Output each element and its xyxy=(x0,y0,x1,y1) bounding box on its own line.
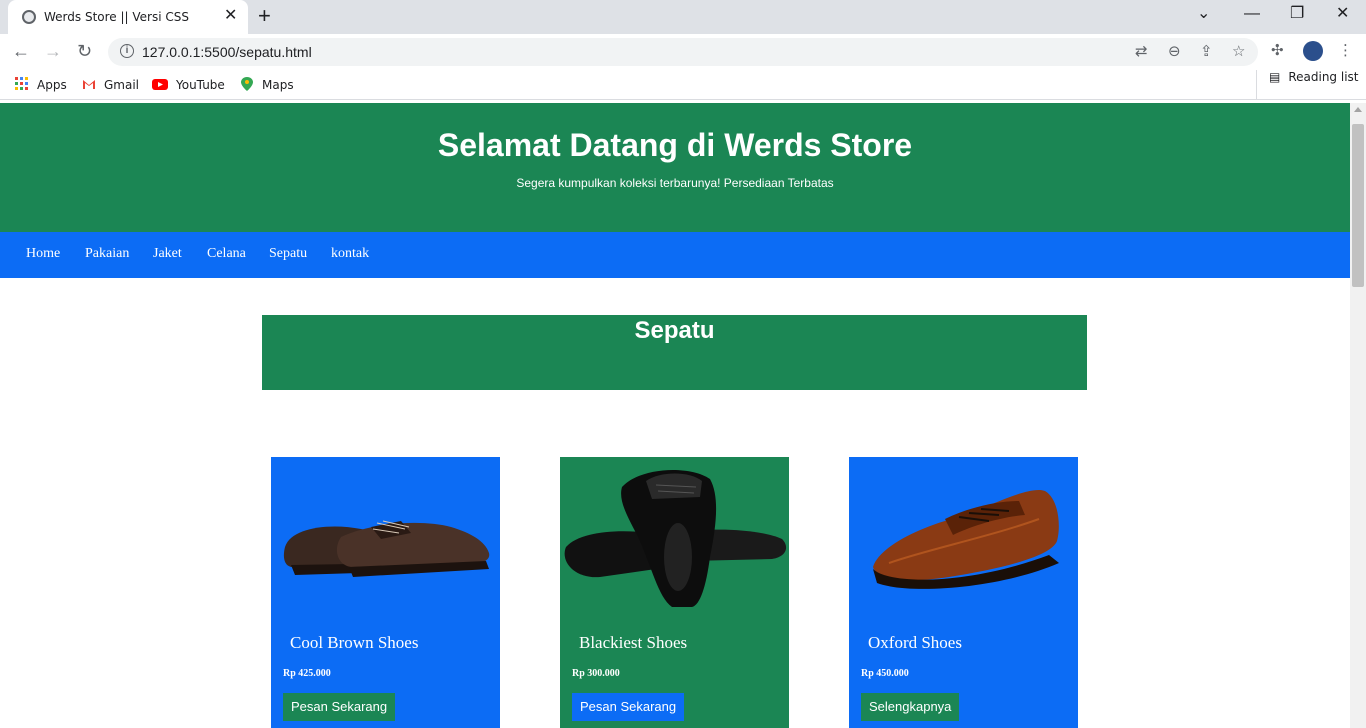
product-price: Rp 425.000 xyxy=(283,668,331,679)
black-shoe-image xyxy=(564,469,787,607)
scroll-up-icon[interactable] xyxy=(1354,107,1362,112)
reading-list-label: Reading list xyxy=(1288,70,1359,84)
zoom-icon[interactable]: ⊖ xyxy=(1168,43,1181,61)
section-title: Sepatu xyxy=(634,317,715,344)
product-card: Cool Brown Shoes Rp 425.000 Pesan Sekara… xyxy=(271,457,500,728)
tab-strip: Werds Store || Versi CSS ✕ + ⌄ — ❐ ✕ xyxy=(0,0,1366,34)
nav-celana[interactable]: Celana xyxy=(207,246,246,262)
gmail-icon xyxy=(83,80,95,89)
site-subtitle: Segera kumpulkan koleksi terbarunya! Per… xyxy=(516,176,834,190)
nav-sepatu[interactable]: Sepatu xyxy=(269,246,307,262)
youtube-icon xyxy=(152,79,168,90)
page-scrollbar[interactable] xyxy=(1350,103,1366,728)
back-icon[interactable]: ← xyxy=(12,40,30,62)
translate-icon[interactable]: ⇄ xyxy=(1135,43,1148,61)
reading-list-button[interactable]: ▤ Reading list xyxy=(1256,70,1359,100)
bookmark-label: Apps xyxy=(37,78,67,92)
web-page: Selamat Datang di Werds Store Segera kum… xyxy=(0,103,1350,728)
site-title: Selamat Datang di Werds Store xyxy=(437,127,913,163)
oxford-shoe-image xyxy=(873,489,1059,589)
maps-pin-icon xyxy=(241,77,253,91)
site-header: Selamat Datang di Werds Store Segera kum… xyxy=(0,103,1350,232)
apps-grid-icon xyxy=(15,77,28,90)
product-name: Oxford Shoes xyxy=(868,633,962,652)
browser-toolbar: ← → ↻ i 127.0.0.1:5500/sepatu.html ⇄ ⊖ ⇪… xyxy=(0,34,1366,70)
bookmark-star-icon[interactable]: ☆ xyxy=(1232,43,1245,61)
product-name: Cool Brown Shoes xyxy=(290,633,419,652)
product-name: Blackiest Shoes xyxy=(579,633,688,652)
product-price: Rp 450.000 xyxy=(861,668,909,679)
browser-tab[interactable]: Werds Store || Versi CSS ✕ xyxy=(8,0,248,34)
brown-shoe-image xyxy=(283,520,490,577)
details-button[interactable]: Selengkapnya xyxy=(861,693,960,721)
info-icon[interactable]: i xyxy=(120,44,134,58)
bookmarks-bar: Apps Gmail YouTube Maps ▤ Reading list xyxy=(0,70,1366,100)
order-button[interactable]: Pesan Sekarang xyxy=(283,693,396,721)
nav-home[interactable]: Home xyxy=(26,246,60,262)
product-price: Rp 300.000 xyxy=(572,668,620,679)
product-card: Blackiest Shoes Rp 300.000 Pesan Sekaran… xyxy=(560,457,789,728)
menu-icon[interactable]: ⋮ xyxy=(1338,42,1353,60)
new-tab-icon[interactable]: + xyxy=(258,4,271,28)
extensions-icon[interactable]: ✣ xyxy=(1271,42,1284,60)
reading-list-icon: ▤ xyxy=(1269,70,1281,84)
nav-pakaian[interactable]: Pakaian xyxy=(85,246,129,262)
profile-avatar[interactable] xyxy=(1303,41,1323,61)
share-icon[interactable]: ⇪ xyxy=(1200,43,1213,61)
bookmark-label: Gmail xyxy=(104,78,140,92)
reload-icon[interactable]: ↻ xyxy=(77,40,92,62)
close-window-icon[interactable]: ✕ xyxy=(1336,4,1349,24)
bookmark-apps[interactable]: Apps xyxy=(15,77,67,92)
site-nav: Home Pakaian Jaket Celana Sepatu kontak xyxy=(0,232,1350,278)
bookmark-maps[interactable]: Maps xyxy=(240,77,294,92)
nav-kontak[interactable]: kontak xyxy=(331,246,369,262)
minimize-icon[interactable]: — xyxy=(1244,4,1260,24)
bookmark-youtube[interactable]: YouTube xyxy=(152,77,225,92)
bookmark-label: YouTube xyxy=(176,78,225,92)
nav-jaket[interactable]: Jaket xyxy=(153,246,182,262)
address-bar[interactable]: i 127.0.0.1:5500/sepatu.html ⇄ ⊖ ⇪ ☆ xyxy=(108,38,1258,66)
browser-chrome: Werds Store || Versi CSS ✕ + ⌄ — ❐ ✕ ← →… xyxy=(0,0,1366,103)
scroll-thumb[interactable] xyxy=(1352,124,1364,287)
url-text[interactable]: 127.0.0.1:5500/sepatu.html xyxy=(142,44,312,60)
tab-search-icon[interactable]: ⌄ xyxy=(1197,4,1210,24)
order-button[interactable]: Pesan Sekarang xyxy=(572,693,685,721)
favicon-icon xyxy=(22,10,36,24)
restore-icon[interactable]: ❐ xyxy=(1290,4,1304,24)
forward-icon[interactable]: → xyxy=(44,40,62,62)
section-header: Sepatu xyxy=(262,315,1087,390)
close-tab-icon[interactable]: ✕ xyxy=(224,7,237,25)
product-card: Oxford Shoes Rp 450.000 Selengkapnya xyxy=(849,457,1078,728)
bookmark-gmail[interactable]: Gmail xyxy=(82,77,139,92)
tab-title: Werds Store || Versi CSS xyxy=(44,10,189,24)
bookmark-label: Maps xyxy=(262,78,294,92)
